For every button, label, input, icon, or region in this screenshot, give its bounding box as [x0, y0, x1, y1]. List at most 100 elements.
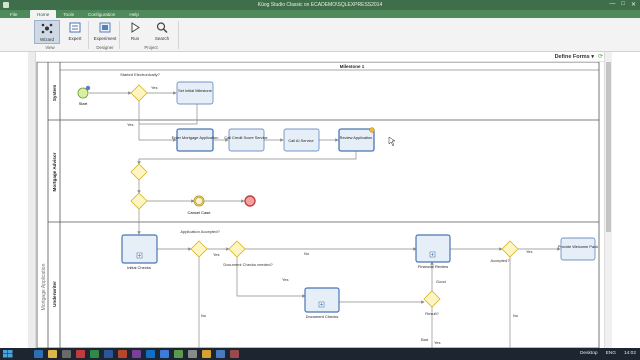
milestone-label: Milestone 1 [340, 64, 365, 69]
gateway-label-accepted: Accepted? [491, 258, 511, 263]
remote-desktop-icon[interactable] [216, 350, 225, 358]
expert-label: Expert [68, 36, 82, 41]
pool-label: Mortgage Application [41, 263, 47, 310]
task-label-set-milestone: Set Initial Milestone [178, 88, 212, 93]
flow-label-no: No [513, 313, 519, 318]
subprocess-initial-checks[interactable] [121, 234, 158, 264]
group-designer-label: Designer [96, 45, 114, 50]
task-label-credit-score: Call Credit Score Service [224, 135, 267, 140]
group-view-label: View [45, 45, 55, 50]
excel-icon[interactable] [90, 350, 99, 358]
task-provide-welcome-pack[interactable] [560, 237, 596, 261]
kuog-studio-icon[interactable] [174, 350, 183, 358]
lane-label-system: System [52, 85, 57, 101]
minimize-button[interactable]: — [609, 1, 615, 8]
tab-home[interactable]: Home [30, 10, 57, 18]
powerpoint-icon[interactable] [118, 350, 127, 358]
windows-taskbar: Desktop ENG 14:02 [0, 348, 640, 360]
expert-icon [69, 22, 81, 33]
task-review-application[interactable] [338, 128, 375, 152]
subprocess-document-checks[interactable] [304, 287, 340, 313]
run-button[interactable]: Run [122, 20, 148, 44]
process-canvas[interactable]: Milestone 1 Mortgage Application System … [36, 62, 604, 348]
onenote-icon[interactable] [132, 350, 141, 358]
gateway-label-app-accepted: Application Accepted? [180, 229, 220, 234]
refresh-icon[interactable]: ⟳ [598, 53, 603, 60]
process-diagram: Milestone 1 Mortgage Application System … [36, 62, 600, 348]
define-forms-dropdown[interactable]: Define Forms ▾ [555, 54, 594, 60]
ribbon-separator [88, 21, 89, 49]
task-label-enter-application: Enter Mortgage Application [172, 135, 219, 140]
expert-button[interactable]: Expert [62, 20, 88, 44]
event-label-cancel-case: Cancel Case [188, 210, 212, 215]
task-label-review: Review Application [340, 135, 373, 140]
search-icon [156, 22, 168, 33]
maximize-button[interactable]: □ [621, 1, 625, 8]
vertical-scrollbar[interactable] [604, 52, 612, 348]
flow-label-good: Good [436, 279, 446, 284]
tab-tools[interactable]: Tools [56, 10, 81, 18]
ie-icon[interactable] [34, 350, 43, 358]
gateway-label-doc-checks: Document Checks needed? [223, 262, 273, 267]
command-prompt-icon[interactable] [62, 350, 71, 358]
task-label-ai-service: Call AI Service [288, 138, 313, 143]
notes-icon[interactable] [202, 350, 211, 358]
gateway-label-started: Started Electronically? [120, 72, 161, 77]
wizard-button[interactable]: Wizard [34, 20, 60, 44]
task-label-welcome: Provide Welcome Pack [558, 244, 598, 249]
warning-icon [369, 127, 375, 133]
run-label: Run [130, 36, 140, 41]
flow-label-yes: Yes [434, 340, 441, 345]
flow-label-bad: Bad [421, 337, 428, 342]
flow-label-yes: Yes [151, 85, 158, 90]
ribbon-separator [178, 21, 179, 49]
tab-help[interactable]: Help [122, 10, 145, 18]
scrollbar-thumb[interactable] [606, 62, 611, 232]
flow-label-no: No [304, 251, 310, 256]
ribbon-separator [119, 21, 120, 49]
desktop-toolbar[interactable]: Desktop [580, 350, 598, 358]
subprocess-label-financial-review: Financial Review [418, 264, 448, 269]
experiment-label: Experiment [93, 36, 117, 41]
search-button[interactable]: Search [149, 20, 175, 44]
experiment-button[interactable]: Experiment [92, 20, 118, 44]
left-side-panel[interactable] [28, 52, 36, 348]
app-icon[interactable] [76, 350, 85, 358]
visual-studio-icon[interactable] [160, 350, 169, 358]
search-label: Search [154, 36, 170, 41]
windows-start-icon[interactable] [3, 350, 13, 358]
flow-label-yes: Yes [213, 252, 220, 257]
ribbon-tab-bar: File Home Tools Configuration Help [0, 10, 640, 18]
file-explorer-icon[interactable] [48, 350, 57, 358]
window-title: Kūog Studio Classic on ECADEMO\SQLEXPRES… [257, 2, 383, 8]
lane-label-mortgage-advisor: Mortgage Advisor [52, 152, 57, 191]
task-enter-mortgage-application[interactable] [176, 128, 214, 152]
experiment-icon [99, 22, 111, 33]
tab-file[interactable]: File [6, 10, 21, 18]
flow-label-no: No [201, 313, 207, 318]
task-set-initial-milestone[interactable] [176, 81, 214, 105]
flow-label-yes: Yes [282, 277, 289, 282]
subprocess-label-initial-checks: Initial Checks [127, 265, 151, 270]
start-label: Start [79, 101, 88, 106]
app-icon[interactable] [230, 350, 239, 358]
subprocess-financial-review[interactable] [415, 234, 451, 263]
group-project-label: Project [144, 45, 158, 50]
outlook-icon[interactable] [146, 350, 155, 358]
end-event[interactable] [244, 195, 256, 207]
event-cancel-case[interactable] [193, 195, 205, 207]
language-indicator[interactable]: ENG [606, 350, 616, 358]
task-call-credit-score[interactable] [228, 128, 265, 152]
sql-icon[interactable] [188, 350, 197, 358]
flow-label-yes: Yes [526, 249, 533, 254]
subprocess-label-document-checks: Document Checks [306, 314, 339, 319]
wizard-icon [41, 23, 53, 34]
close-button[interactable]: ✕ [631, 1, 636, 8]
lane-label-underwriter: Underwriter [52, 281, 57, 307]
tab-configuration[interactable]: Configuration [81, 10, 122, 18]
word-icon[interactable] [104, 350, 113, 358]
run-icon [131, 22, 140, 33]
gateway-label-result: Result? [425, 311, 439, 316]
clock[interactable]: 14:02 [624, 350, 636, 358]
designer-header: Define Forms ▾ ⟳ [36, 52, 604, 62]
